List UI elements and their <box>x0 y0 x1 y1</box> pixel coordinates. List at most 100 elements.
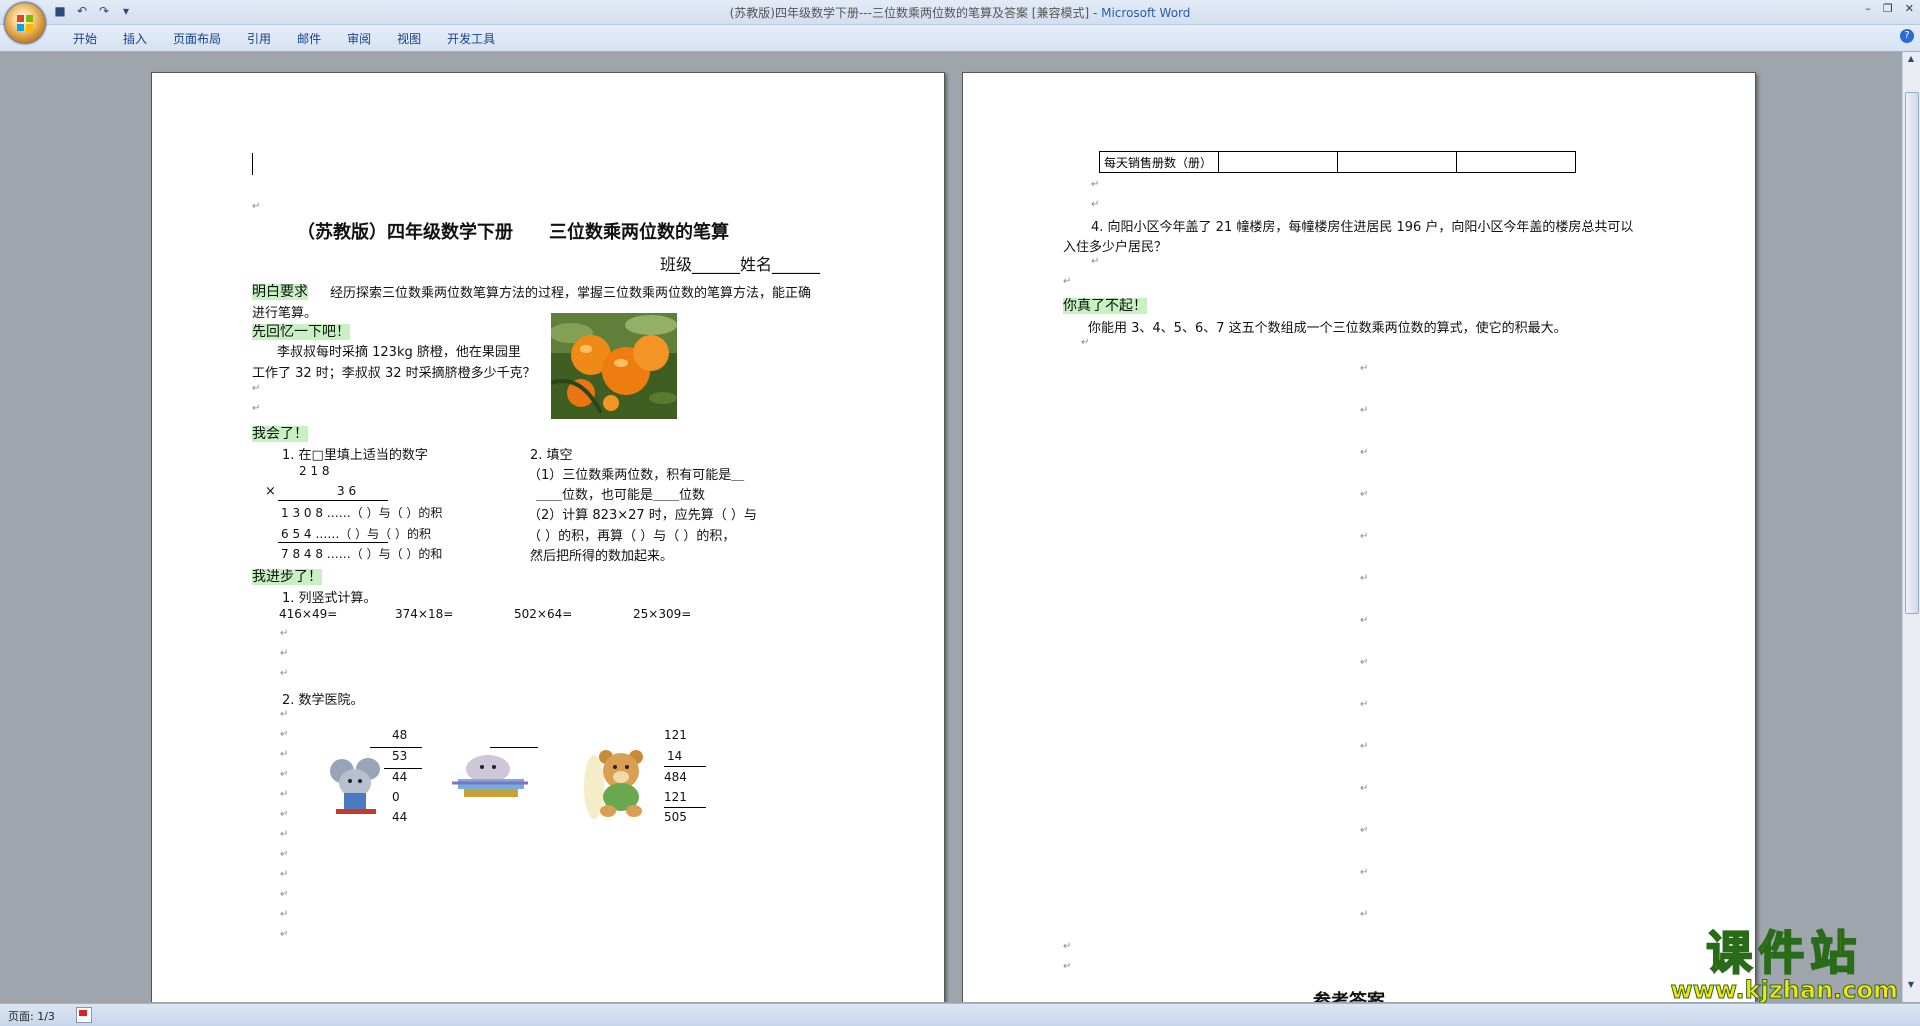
watermark-url: www.kjzhan.com <box>1670 976 1898 1004</box>
col3-divider <box>664 807 706 808</box>
q1-row-1: 2 1 8 <box>299 464 330 478</box>
q2-line-4: （ ）的积，再算（ ）与（ ）的积， <box>528 529 736 544</box>
col3-divider <box>664 766 706 767</box>
paragraph-mark: ↵ <box>1063 961 1072 972</box>
office-logo-icon <box>17 15 33 31</box>
col3-value: 14 <box>667 749 683 763</box>
page-count[interactable]: 页面: 1/3 <box>8 1008 55 1024</box>
paragraph-mark: ↵ <box>280 809 289 820</box>
cat-doctor-image <box>452 755 528 797</box>
page-1[interactable]: ↵ （苏教版）四年级数学下册 三位数乘两位数的笔算 班级______姓名____… <box>151 72 945 1002</box>
title-bar: ■ ↶ ↷ ▾ (苏教版)四年级数学下册---三位数乘两位数的笔算及答案 [兼容… <box>0 0 1920 25</box>
question-1-title: 1. 在□里填上适当的数字 <box>282 448 428 463</box>
paragraph-mark: ↵ <box>280 789 289 800</box>
tab-6[interactable]: 视图 <box>384 30 434 48</box>
hospital-title: 2. 数学医院。 <box>282 693 364 708</box>
app-title: Microsoft Word <box>1101 6 1191 20</box>
paragraph-mark: ↵ <box>280 769 289 780</box>
paragraph-mark: ↵ <box>1360 867 1369 878</box>
q1-divider <box>278 542 388 543</box>
q1-row-4: 6 5 4 ……（ ）与（ ）的积 <box>281 527 431 541</box>
col3-value: 484 <box>664 770 687 784</box>
recall-text-2: 工作了 32 时；李叔叔 32 时采摘脐橙多少千克？ <box>252 366 536 381</box>
scroll-up-icon[interactable]: ▲ <box>1906 54 1916 64</box>
paragraph-mark: ↵ <box>280 849 289 860</box>
paragraph-mark: ↵ <box>280 729 289 740</box>
scroll-down-icon[interactable]: ▼ <box>1906 980 1916 990</box>
col1-value: 44 <box>392 810 408 824</box>
paragraph-mark: ↵ <box>1081 337 1090 348</box>
text-cursor <box>252 153 253 175</box>
vertical-scrollbar[interactable]: ▲ ▼ <box>1902 52 1920 1002</box>
question-4-line-2: 入住多少户居民？ <box>1063 240 1168 255</box>
tab-2[interactable]: 页面布局 <box>160 30 234 48</box>
q2-line-1: （1）三位数乘两位数，积有可能是＿ <box>528 468 745 483</box>
col3-value: 121 <box>664 790 687 804</box>
q2-line-3: （2）计算 823×27 时，应先算（ ）与 <box>528 508 757 523</box>
paragraph-mark: ↵ <box>1091 199 1100 210</box>
calc-title: 1. 列竖式计算。 <box>282 591 377 606</box>
table-cell[interactable] <box>1218 151 1338 173</box>
paragraph-mark: ↵ <box>280 869 289 880</box>
progress-label: 我进步了！ <box>252 569 322 585</box>
help-icon[interactable]: ? <box>1900 29 1914 43</box>
tab-5[interactable]: 审阅 <box>334 30 384 48</box>
orange-fruit-image <box>551 313 677 419</box>
requirement-label: 明白要求 <box>252 284 308 300</box>
tab-4[interactable]: 邮件 <box>284 30 334 48</box>
col3-value: 505 <box>664 810 687 824</box>
calc-item-4: 25×309= <box>633 607 692 621</box>
col1-value: 44 <box>392 770 408 784</box>
paragraph-mark: ↵ <box>1360 741 1369 752</box>
page-2[interactable]: 每天销售册数（册） ↵ ↵ 4. 向阳小区今年盖了 21 幢楼房，每幢楼房住进居… <box>962 72 1756 1002</box>
requirement-text-2: 进行笔算。 <box>252 306 318 321</box>
calc-item-3: 502×64= <box>514 607 573 621</box>
calc-item-2: 374×18= <box>395 607 454 621</box>
paragraph-mark: ↵ <box>1091 179 1100 190</box>
paragraph-mark: ↵ <box>1360 531 1369 542</box>
paragraph-mark: ↵ <box>280 889 289 900</box>
paragraph-mark: ↵ <box>280 648 289 659</box>
paragraph-mark: ↵ <box>252 383 261 394</box>
paragraph-mark: ↵ <box>1063 276 1072 287</box>
requirement-text-1: 经历探索三位数乘两位数笔算方法的过程，掌握三位数乘两位数的笔算方法，能正确 <box>330 286 812 301</box>
paragraph-mark: ↵ <box>1360 909 1369 920</box>
paragraph-mark: ↵ <box>1360 363 1369 374</box>
minimize-icon[interactable]: – <box>1865 2 1871 15</box>
table-cell[interactable] <box>1456 151 1576 173</box>
paragraph-mark: ↵ <box>1360 573 1369 584</box>
tab-7[interactable]: 开发工具 <box>434 30 508 48</box>
q2-line-5: 然后把所得的数加起来。 <box>530 549 674 564</box>
tab-3[interactable]: 引用 <box>234 30 284 48</box>
close-icon[interactable]: ✕ <box>1905 2 1914 15</box>
scrollbar-thumb[interactable] <box>1905 92 1919 614</box>
watermark-logo: 课件站 www.kjzhan.com <box>1670 926 1898 1004</box>
table-row: 每天销售册数（册） <box>1099 151 1576 173</box>
col3-value: 121 <box>664 728 687 742</box>
window-title: (苏教版)四年级数学下册---三位数乘两位数的笔算及答案 [兼容模式] - Mi… <box>0 4 1920 21</box>
restore-icon[interactable]: ❐ <box>1883 2 1893 15</box>
paragraph-mark: ↵ <box>252 201 261 212</box>
tab-0[interactable]: 开始 <box>60 30 110 48</box>
paragraph-mark: ↵ <box>280 909 289 920</box>
paragraph-mark: ↵ <box>280 829 289 840</box>
office-button[interactable] <box>4 2 46 44</box>
paragraph-mark: ↵ <box>1063 941 1072 952</box>
mouse-doctor-image <box>330 758 380 814</box>
calc-item-1: 416×49= <box>279 607 338 621</box>
table-cell[interactable] <box>1337 151 1457 173</box>
tab-1[interactable]: 插入 <box>110 30 160 48</box>
recall-text-1: 李叔叔每时采摘 123kg 脐橙，他在果园里 <box>277 345 521 360</box>
great-text: 你能用 3、4、5、6、7 这五个数组成一个三位数乘两位数的算式，使它的积最大。 <box>1088 321 1567 336</box>
answer-heading: 参考答案 <box>1313 991 1385 1002</box>
paragraph-mark: ↵ <box>1360 405 1369 416</box>
question-2-title: 2. 填空 <box>530 448 573 463</box>
paragraph-mark: ↵ <box>1360 447 1369 458</box>
proofing-icon[interactable] <box>76 1007 92 1023</box>
great-label: 你真了不起！ <box>1063 298 1147 314</box>
question-4-line-1: 4. 向阳小区今年盖了 21 幢楼房，每幢楼房住进居民 196 户，向阳小区今年… <box>1091 220 1634 235</box>
paragraph-mark: ↵ <box>252 403 261 414</box>
watermark-brand: 课件站 <box>1705 926 1863 980</box>
paragraph-mark: ↵ <box>1360 615 1369 626</box>
page-heading: （苏教版）四年级数学下册 三位数乘两位数的笔算 <box>297 222 729 243</box>
